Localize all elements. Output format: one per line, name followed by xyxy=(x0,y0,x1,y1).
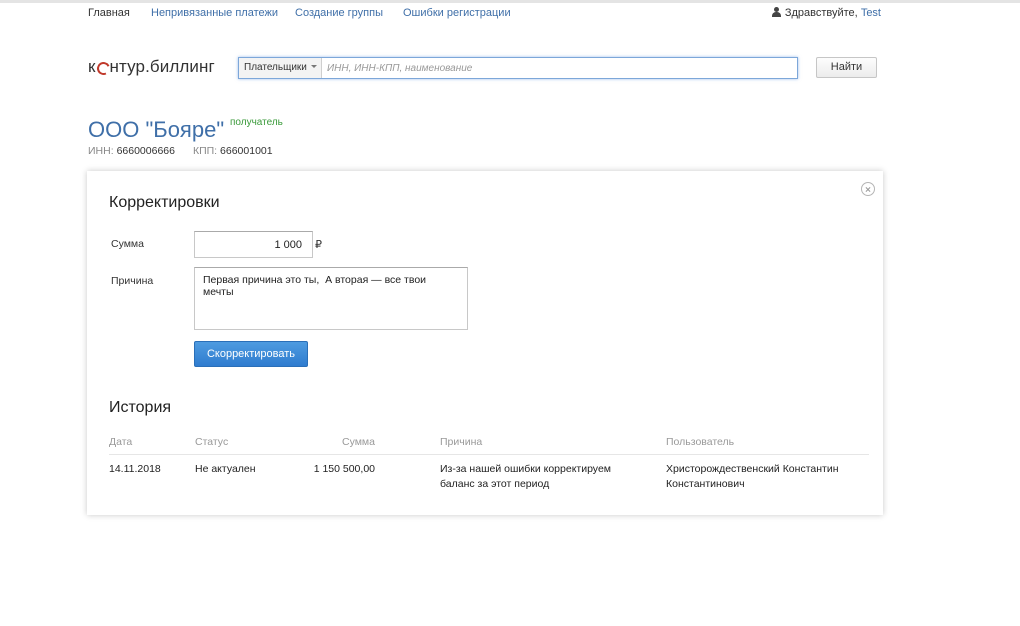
logo-text-end: нтур.биллинг xyxy=(109,57,215,76)
inn-label: ИНН: xyxy=(88,145,114,157)
sum-label: Сумма xyxy=(111,238,144,250)
row-sum: 1 150 500,00 xyxy=(313,463,375,475)
logo-o-icon xyxy=(97,62,110,73)
kpp-value: 666001001 xyxy=(220,145,273,157)
top-border xyxy=(0,0,1020,3)
kontur-billing-logo[interactable]: к нтур.биллинг xyxy=(88,57,215,77)
kpp-label: КПП: xyxy=(192,145,218,157)
column-header-status: Статус xyxy=(195,436,229,448)
nav-item-home[interactable]: Главная xyxy=(88,7,130,19)
logo-text-start: к xyxy=(88,57,96,76)
search-bar: Плательщики xyxy=(238,57,801,79)
nav-item-create-group[interactable]: Создание группы xyxy=(295,7,383,19)
column-header-sum: Сумма xyxy=(342,436,375,448)
chevron-down-icon xyxy=(310,65,317,68)
organization-role-badge: получатель xyxy=(230,117,283,128)
find-button[interactable]: Найти xyxy=(816,57,877,78)
reason-textarea[interactable]: Первая причина это ты, А вторая — все тв… xyxy=(194,267,468,330)
row-date: 14.11.2018 xyxy=(109,463,161,475)
close-icon[interactable] xyxy=(861,182,875,196)
reason-label: Причина xyxy=(111,275,154,287)
greeting-text: Здравствуйте, xyxy=(784,7,858,19)
user-icon xyxy=(771,7,781,17)
sum-input[interactable] xyxy=(194,231,313,258)
table-header-divider xyxy=(109,454,869,455)
column-header-date: Дата xyxy=(109,436,133,448)
nav-item-unlinked-payments[interactable]: Непривязанные платежи xyxy=(151,7,278,19)
corrections-modal: Корректировки Сумма ₽ Причина Первая при… xyxy=(87,171,883,515)
corrections-title: Корректировки xyxy=(109,194,220,211)
organization-name: ООО "Бояре" xyxy=(88,117,225,142)
organization-ids: ИНН: 6660006666 КПП: 666001001 xyxy=(88,145,273,157)
nav-item-registration-errors[interactable]: Ошибки регистрации xyxy=(403,7,511,19)
row-status: Не актуален xyxy=(195,463,256,475)
history-title: История xyxy=(109,399,172,416)
currency-sign: ₽ xyxy=(315,239,322,251)
inn-value: 6660006666 xyxy=(116,145,175,157)
column-header-reason: Причина xyxy=(440,436,483,448)
row-user: Христорождественский Константин Констант… xyxy=(666,463,839,490)
search-input[interactable] xyxy=(323,58,801,78)
search-type-label: Плательщики xyxy=(244,62,307,73)
column-header-user: Пользователь xyxy=(666,436,735,448)
search-type-dropdown[interactable]: Плательщики xyxy=(239,58,322,78)
username-link[interactable]: Test xyxy=(861,7,881,19)
row-reason: Из-за нашей ошибки корректируем баланс з… xyxy=(440,463,611,490)
user-greeting: Здравствуйте, Test xyxy=(771,7,881,19)
correct-button[interactable]: Скорректировать xyxy=(194,341,308,367)
